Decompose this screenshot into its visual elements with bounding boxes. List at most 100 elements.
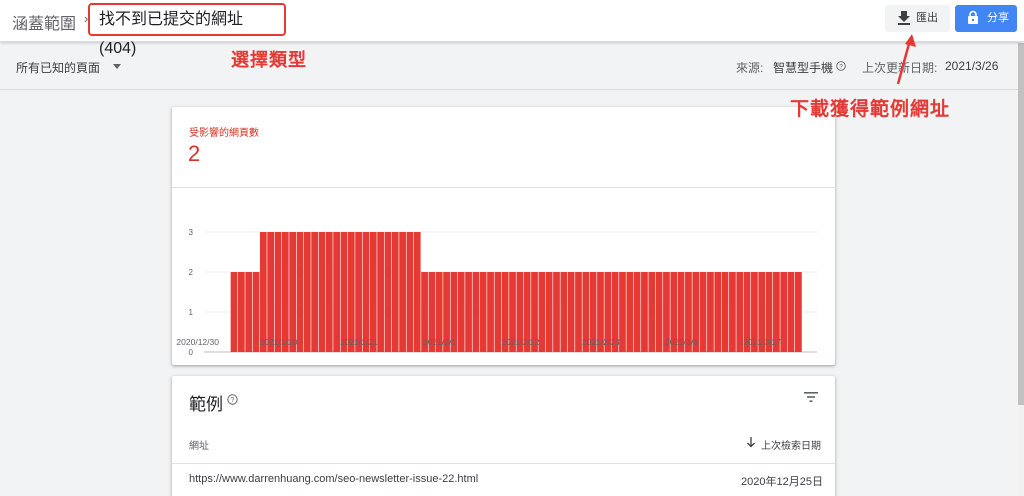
arrow-down-icon[interactable] — [746, 436, 756, 448]
chart-bar[interactable] — [538, 272, 546, 352]
chart-bar[interactable] — [714, 272, 722, 352]
chart-bar[interactable] — [479, 272, 487, 352]
chart-bar[interactable] — [457, 272, 465, 352]
chart-bar[interactable] — [377, 232, 384, 352]
share-button[interactable]: 分享 — [955, 5, 1017, 32]
filter-bar: 所有已知的頁面 來源: 智慧型手機 ? 上次更新日期: 2021/3/26 — [0, 43, 1018, 90]
help-icon[interactable]: ? — [836, 61, 846, 71]
chart-bar[interactable] — [333, 232, 340, 352]
chart-bar[interactable] — [303, 232, 311, 352]
chart-bar[interactable] — [472, 272, 480, 352]
chart-bar[interactable] — [362, 232, 370, 352]
affected-pages-chart: 0 1 2 3 2020/12/30 2021/1/10 2021/1/21 2021/2/1… — [176, 228, 817, 357]
y-tick-label: 3 — [189, 228, 194, 237]
annotation-download-examples: 下載獲得範例網址 — [790, 99, 951, 120]
chart-bar[interactable] — [369, 232, 377, 352]
chart-bar[interactable] — [252, 272, 260, 352]
chart-bar[interactable] — [787, 272, 795, 352]
lock-icon — [968, 10, 978, 24]
chart-bar[interactable] — [296, 232, 304, 352]
chart-bar[interactable] — [545, 272, 553, 352]
chart-bar[interactable] — [340, 232, 348, 352]
x-tick-label: 2021/2/1 — [423, 337, 456, 347]
chart-bar[interactable] — [699, 272, 707, 352]
source-label: 來源: — [736, 61, 764, 75]
chart-bar[interactable] — [641, 272, 648, 352]
chart-bar[interactable] — [391, 232, 399, 352]
chart-bar[interactable] — [311, 232, 318, 352]
table-row-date: 2020年12月25日 — [741, 476, 823, 488]
annotation-arrow — [896, 34, 916, 85]
examples-card: 範例 ? 網址 上次檢索日期 https://www.darrenhuang.c… — [172, 376, 835, 496]
y-tick-label: 0 — [189, 348, 194, 357]
chart-bar[interactable] — [707, 272, 714, 352]
y-tick-label: 2 — [189, 268, 194, 277]
affected-pages-card: 受影響的網頁數 2 0 1 2 3 2020/12/30 2021/1/10 2021/1/… — [172, 107, 835, 365]
chart-bar[interactable] — [237, 272, 245, 352]
download-icon — [898, 11, 910, 25]
chart-bar[interactable] — [729, 272, 736, 352]
chart-bar[interactable] — [567, 272, 575, 352]
x-tick-label: 2021/1/21 — [340, 337, 378, 347]
top-app-bar: 涵蓋範圍 › 找不到已提交的網址 (404) 匯出 分享 — [0, 0, 1024, 57]
chart-bar[interactable] — [494, 272, 502, 352]
x-tick-label: 2021/1/10 — [259, 337, 297, 347]
chart-bar[interactable] — [355, 232, 362, 352]
chart-bar[interactable] — [487, 272, 494, 352]
column-header-last-crawled[interactable]: 上次檢索日期 — [761, 437, 821, 452]
chart-bar[interactable] — [230, 272, 238, 352]
chart-bar[interactable] — [399, 232, 406, 352]
x-tick-label: 2021/2/23 — [582, 337, 620, 347]
help-icon[interactable]: ? — [227, 394, 238, 405]
x-tick-label: 2021/3/17 — [743, 337, 781, 347]
filter-icon[interactable] — [804, 391, 818, 403]
chart-bar[interactable] — [245, 272, 253, 352]
chart-bar[interactable] — [560, 272, 568, 352]
chart-bar[interactable] — [281, 232, 289, 352]
chart-bar[interactable] — [406, 232, 414, 352]
chart-bar[interactable] — [575, 272, 582, 352]
scrollbar-thumb[interactable] — [1018, 43, 1024, 405]
breadcrumb-root[interactable]: 涵蓋範圍 — [12, 10, 76, 34]
last-updated-value: 2021/3/26 — [945, 59, 999, 73]
share-button-label: 分享 — [987, 12, 1009, 24]
annotation-choose-type: 選擇類型 — [231, 50, 307, 70]
chart-bar[interactable] — [465, 272, 472, 352]
y-tick-label: 1 — [189, 308, 194, 317]
chart-bar[interactable] — [626, 272, 634, 352]
chart-bar[interactable] — [318, 232, 326, 352]
svg-text:?: ? — [231, 397, 235, 404]
svg-text:?: ? — [839, 63, 843, 70]
x-tick-label: 2021/3/6 — [665, 337, 698, 347]
chart-bar[interactable] — [655, 272, 663, 352]
chart-bar[interactable] — [347, 232, 355, 352]
scrollbar[interactable] — [1018, 43, 1024, 496]
chart-bar[interactable] — [633, 272, 641, 352]
chart-bar[interactable] — [619, 272, 626, 352]
chart-bar[interactable] — [325, 232, 333, 352]
export-button[interactable]: 匯出 — [885, 5, 950, 32]
metric-label: 受影響的網頁數 — [189, 128, 259, 139]
chart-bar[interactable] — [289, 232, 297, 352]
chart-bar[interactable] — [413, 232, 421, 352]
chart-bar[interactable] — [721, 272, 729, 352]
page-title: 找不到已提交的網址 (404) — [88, 3, 286, 57]
table-row-url[interactable]: https://www.darrenhuang.com/seo-newslett… — [189, 473, 478, 485]
x-tick-label: 2021/2/12 — [501, 337, 539, 347]
chart-bar[interactable] — [259, 232, 267, 352]
chart-bar[interactable] — [780, 272, 788, 352]
export-button-label: 匯出 — [916, 12, 938, 24]
chart-bar[interactable] — [648, 272, 656, 352]
chart-bar[interactable] — [267, 232, 275, 352]
chart-bar[interactable] — [384, 232, 392, 352]
chart-bar[interactable] — [274, 232, 282, 352]
source-value: 智慧型手機 — [773, 61, 834, 75]
metric-value: 2 — [188, 141, 201, 166]
page-type-dropdown[interactable]: 所有已知的頁面 — [16, 59, 100, 76]
examples-title: 範例 — [189, 395, 223, 414]
x-tick-label: 2020/12/30 — [176, 337, 219, 347]
chart-bar[interactable] — [553, 272, 560, 352]
chart-bar[interactable] — [795, 272, 802, 352]
column-header-url[interactable]: 網址 — [189, 437, 209, 452]
chevron-down-icon[interactable] — [113, 64, 121, 69]
